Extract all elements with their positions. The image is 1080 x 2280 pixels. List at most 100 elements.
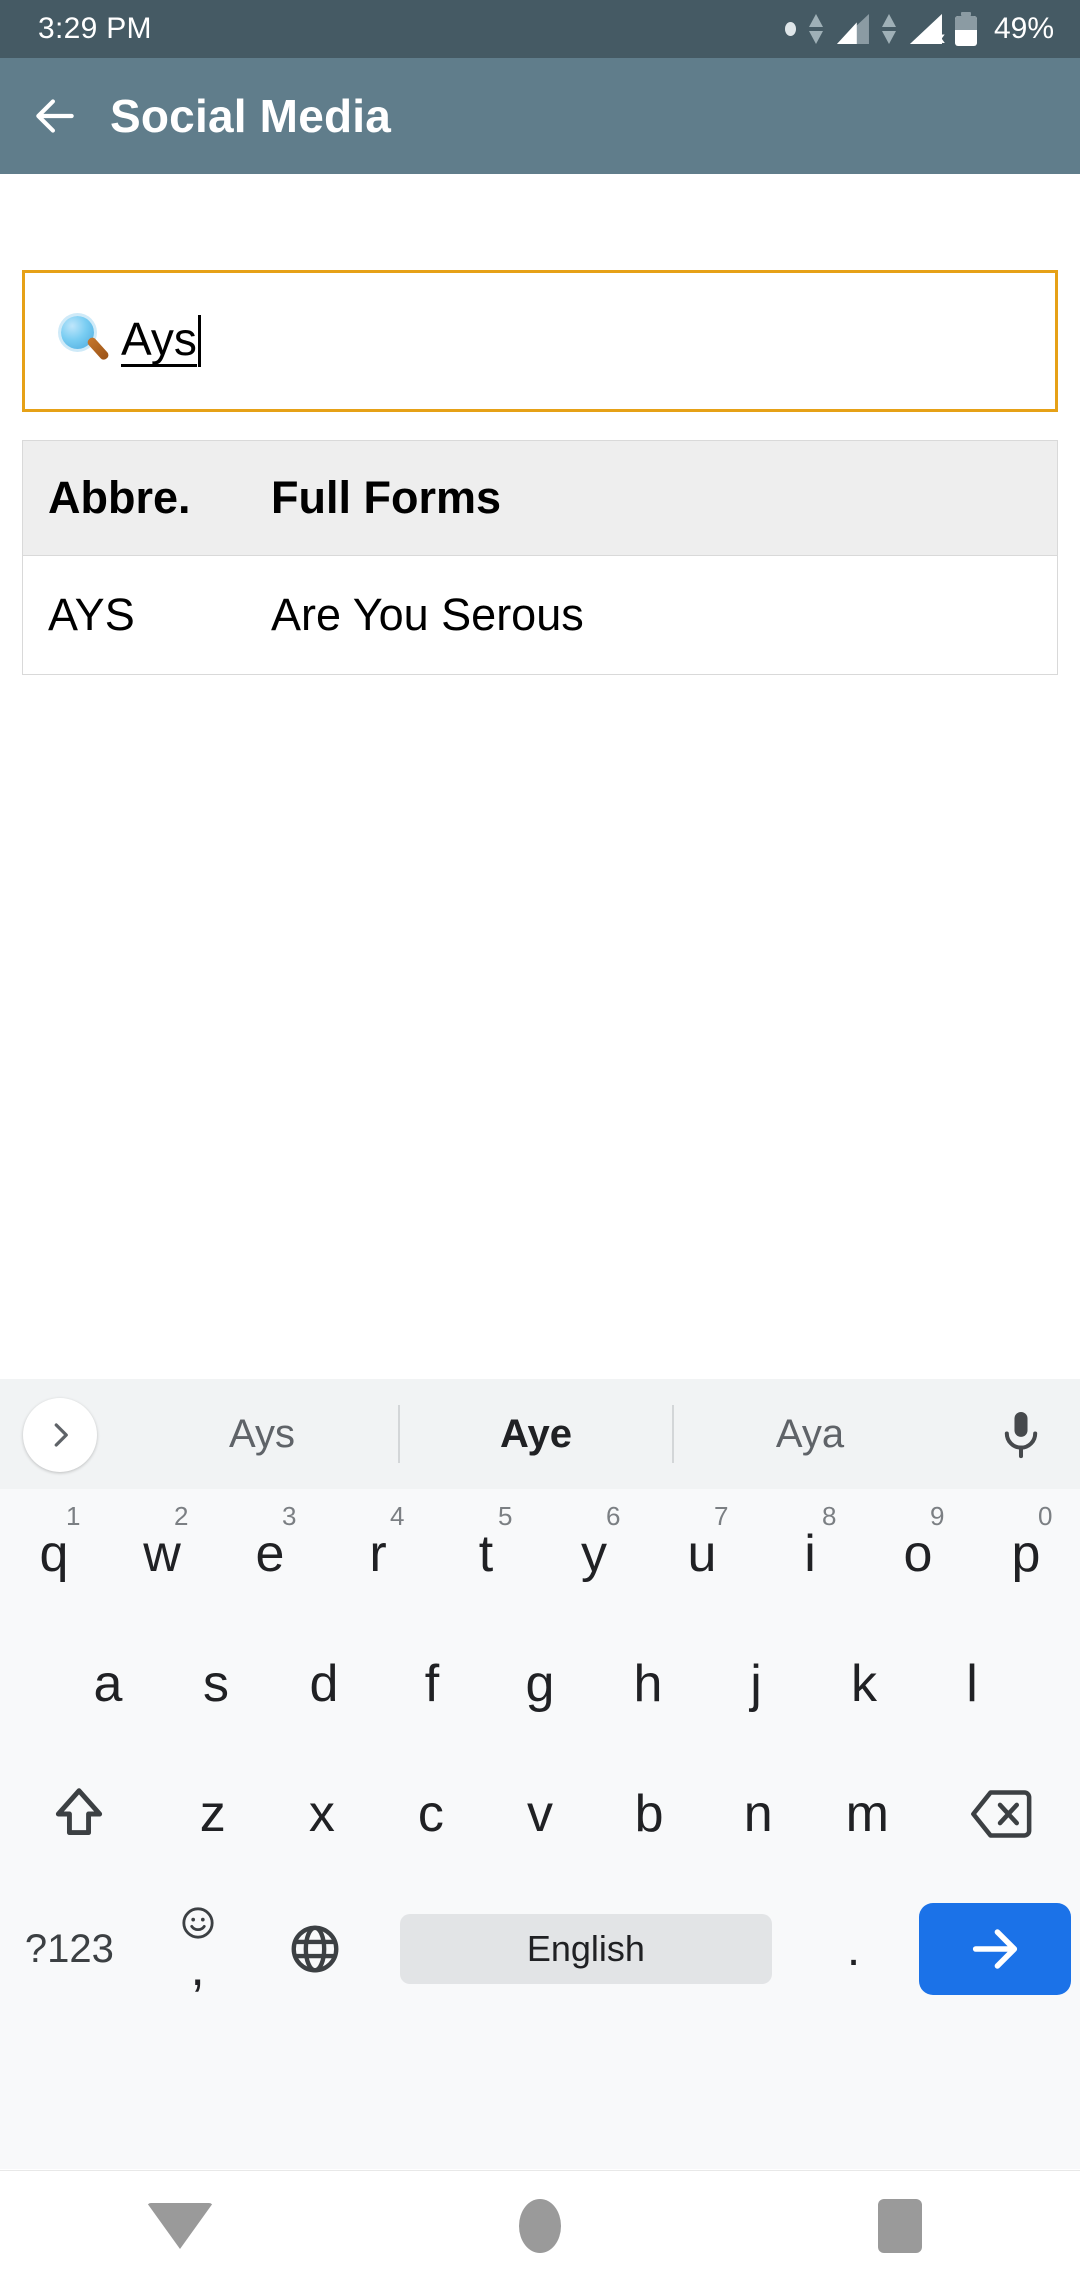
key-g[interactable]: g <box>486 1619 594 1749</box>
suggestion-strip: Ays Aye Aya <box>0 1379 1080 1489</box>
key-o[interactable]: 9o <box>864 1489 972 1619</box>
key-r-label: r <box>369 1525 387 1583</box>
battery-percent-label: 49% <box>993 12 1054 45</box>
suggestion-list: Ays Aye Aya <box>126 1379 946 1489</box>
recents-square-icon <box>878 2198 922 2253</box>
cell-abbreviation: AYS <box>48 589 135 640</box>
space-key-label: English <box>399 1914 772 1984</box>
key-i-label: i <box>804 1525 816 1583</box>
key-w-number: 2 <box>174 1501 189 1531</box>
dot-indicator-icon <box>784 22 796 36</box>
key-j[interactable]: j <box>702 1619 810 1749</box>
results-table: Abbre. Full Forms AYS Are You Serous <box>22 440 1058 675</box>
key-q-label: q <box>39 1525 69 1583</box>
back-button[interactable] <box>0 58 110 174</box>
key-b[interactable]: b <box>595 1749 704 1879</box>
key-e-label: e <box>255 1525 285 1583</box>
key-m[interactable]: m <box>813 1749 922 1879</box>
key-p-number: 0 <box>1038 1501 1053 1531</box>
keyboard-dismiss-triangle-icon <box>147 2202 213 2249</box>
on-screen-keyboard: Ays Aye Aya 1q 2w 3e 4r 5t 6y 7u 8 i 9 o… <box>0 1379 1080 2169</box>
comma-emoji-key[interactable]: , <box>139 1884 257 2014</box>
key-y[interactable]: 6y <box>540 1489 648 1619</box>
search-input[interactable]: Ays <box>22 270 1058 412</box>
keyboard-row-3: z x c v b n m <box>0 1749 1080 1879</box>
app-bar: Social Media <box>0 58 1080 174</box>
key-p[interactable]: 0p <box>972 1489 1080 1619</box>
suggestion-item-1[interactable]: Ays <box>126 1412 398 1457</box>
status-bar-clock: 3:29 PM <box>38 12 152 45</box>
cell-full-form: Are You Serous <box>271 589 584 640</box>
period-key[interactable]: . <box>798 1884 910 2014</box>
phone-screen: 3:29 PM x 49% Social Media Ays Abbre. Fu… <box>0 0 1080 2280</box>
key-w-label: w <box>143 1525 181 1583</box>
key-l[interactable]: l <box>918 1619 1026 1749</box>
comma-label: , <box>190 1939 205 1997</box>
keyboard-row-2: a s d f g h j k l <box>0 1619 1080 1749</box>
key-e[interactable]: 3e <box>216 1489 324 1619</box>
system-navigation-bar <box>0 2170 1080 2280</box>
keyboard-row-4: ?123 , English . <box>0 1879 1080 2019</box>
key-f[interactable]: f <box>378 1619 486 1749</box>
home-circle-icon <box>519 2198 561 2253</box>
signal-bars-icon <box>836 14 869 44</box>
key-c[interactable]: c <box>376 1749 485 1879</box>
key-y-label: y <box>581 1525 607 1583</box>
key-u[interactable]: 7u <box>648 1489 756 1619</box>
space-key[interactable]: English <box>374 1884 798 2014</box>
language-switch-key[interactable] <box>256 1884 374 2014</box>
text-cursor <box>197 315 201 367</box>
status-bar: 3:29 PM x 49% <box>0 0 1080 58</box>
arrow-left-icon <box>36 99 74 133</box>
smiley-face-icon <box>182 1907 214 1939</box>
table-header-abbreviation: Abbre. <box>48 472 191 523</box>
magnifying-glass-icon <box>59 315 111 367</box>
key-x[interactable]: x <box>267 1749 376 1879</box>
key-i[interactable]: 8i <box>756 1489 864 1619</box>
key-q[interactable]: 1q <box>0 1489 108 1619</box>
key-t-number: 5 <box>498 1501 513 1531</box>
key-r-number: 4 <box>390 1501 405 1531</box>
enter-key[interactable] <box>909 1884 1080 2014</box>
page-title: Social Media <box>110 90 392 142</box>
key-e-number: 3 <box>282 1501 297 1531</box>
key-a[interactable]: a <box>54 1619 162 1749</box>
backspace-key[interactable] <box>922 1749 1080 1879</box>
key-s[interactable]: s <box>162 1619 270 1749</box>
voice-input-button[interactable] <box>998 1409 1044 1461</box>
expand-suggestions-button[interactable] <box>23 1398 97 1472</box>
key-r[interactable]: 4r <box>324 1489 432 1619</box>
table-row[interactable]: AYS Are You Serous <box>23 556 1057 675</box>
table-header-row: Abbre. Full Forms <box>23 441 1057 556</box>
key-k[interactable]: k <box>810 1619 918 1749</box>
key-w[interactable]: 2w <box>108 1489 216 1619</box>
nav-home-button[interactable] <box>360 2198 720 2253</box>
key-o-label: o <box>903 1525 933 1583</box>
microphone-icon <box>1004 1412 1038 1459</box>
signal-no-service-icon: x <box>909 14 945 47</box>
chevron-right-icon <box>54 1423 68 1447</box>
symbols-key[interactable]: ?123 <box>0 1884 139 2014</box>
key-v[interactable]: v <box>485 1749 594 1879</box>
suggestion-item-2[interactable]: Aye <box>400 1412 672 1457</box>
data-transfer-icon-2 <box>881 14 897 44</box>
globe-icon <box>291 1925 339 1973</box>
table-header-full-forms: Full Forms <box>271 472 502 523</box>
suggestion-item-3[interactable]: Aya <box>674 1412 946 1457</box>
key-u-label: u <box>687 1525 717 1583</box>
key-n[interactable]: n <box>704 1749 813 1879</box>
key-z[interactable]: z <box>158 1749 267 1879</box>
status-bar-icons: x 49% <box>784 12 1054 47</box>
key-d[interactable]: d <box>270 1619 378 1749</box>
battery-icon <box>954 12 977 46</box>
shift-key[interactable] <box>0 1749 158 1879</box>
key-i-number: 8 <box>822 1501 837 1531</box>
enter-key-surface <box>918 1903 1071 1995</box>
key-h[interactable]: h <box>594 1619 702 1749</box>
key-y-number: 6 <box>606 1501 621 1531</box>
key-t[interactable]: 5t <box>432 1489 540 1619</box>
nav-back-button[interactable] <box>0 2202 360 2249</box>
nav-recents-button[interactable] <box>720 2198 1080 2253</box>
key-u-number: 7 <box>714 1501 729 1531</box>
key-q-number: 1 <box>66 1501 81 1531</box>
